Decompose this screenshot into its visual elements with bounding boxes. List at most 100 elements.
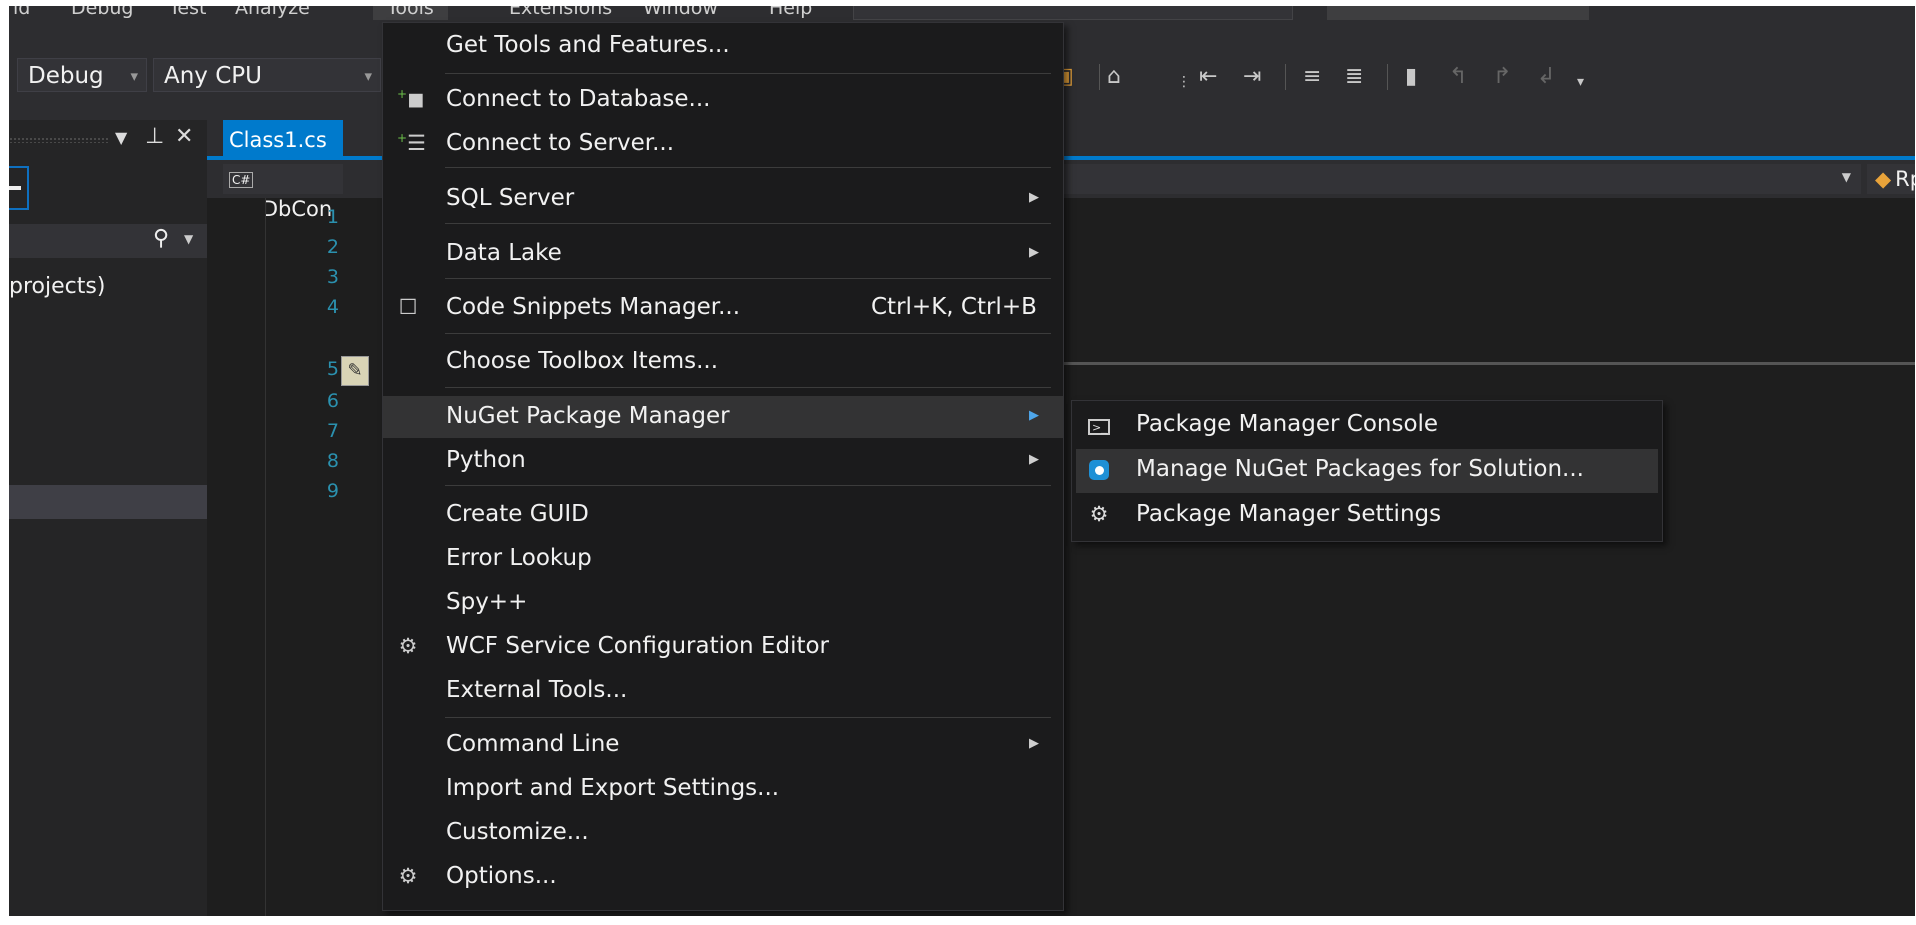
close-icon[interactable]: ✕: [175, 124, 193, 149]
menu-item-label: Spy++: [446, 589, 528, 615]
toolbar-separator: [1285, 64, 1286, 90]
menu-analyze[interactable]: Analyze: [235, 6, 310, 19]
menu-item-choose-toolbox[interactable]: Choose Toolbox Items...: [383, 341, 1063, 383]
panel-header: ▼ ⊥ ✕: [9, 120, 207, 156]
clear-bookmarks-icon[interactable]: ↲: [1537, 64, 1555, 89]
menu-item-create-guid[interactable]: Create GUID: [383, 494, 1063, 536]
toolbar-overflow-icon[interactable]: ▾: [1577, 74, 1584, 90]
menu-item-customize[interactable]: Customize...: [383, 812, 1063, 854]
collapse-all-button[interactable]: [9, 166, 29, 210]
menu-test[interactable]: Test: [169, 6, 206, 19]
configuration-combo[interactable]: Debug ▾: [17, 58, 147, 92]
menu-item-label: SQL Server: [446, 185, 575, 211]
menu-item-label: Data Lake: [446, 240, 562, 266]
next-bookmark-icon[interactable]: ↱: [1493, 64, 1511, 89]
line-number: 2: [326, 236, 339, 258]
line-number: 9: [326, 480, 339, 502]
menu-item-label: Error Lookup: [446, 545, 592, 571]
member-dropdown[interactable]: ▼: [1055, 164, 1861, 194]
pin-icon[interactable]: ⊥: [145, 124, 164, 149]
line-number: 7: [326, 420, 339, 442]
menu-extensions[interactable]: Extensions: [509, 6, 612, 19]
menu-help[interactable]: Help: [769, 6, 812, 19]
menu-item-nuget-package-manager[interactable]: NuGet Package Manager ▶: [383, 396, 1063, 438]
menu-item-wcf-editor[interactable]: ⚙ WCF Service Configuration Editor: [383, 626, 1063, 668]
menu-item-command-line[interactable]: Command Line ▶: [383, 724, 1063, 766]
panel-grip[interactable]: [9, 137, 109, 143]
bookmark-icon[interactable]: ▮: [1405, 64, 1417, 89]
solution-tree-item[interactable]: projects): [9, 274, 105, 299]
home-icon[interactable]: ⌂: [1107, 64, 1121, 89]
solution-explorer-panel: ▼ ⊥ ✕ ⚲ ▼ projects): [9, 120, 207, 916]
menu-item-external-tools[interactable]: External Tools...: [383, 670, 1063, 712]
menu-item-spy[interactable]: Spy++: [383, 582, 1063, 624]
outdent-icon[interactable]: ⇤: [1199, 64, 1217, 89]
console-icon: >_: [1086, 412, 1112, 438]
uncomment-icon[interactable]: ≣: [1345, 64, 1363, 89]
panel-menu-icon[interactable]: ▼: [115, 128, 127, 147]
selected-tree-item[interactable]: [9, 485, 207, 519]
menu-separator: [445, 333, 1051, 334]
submenu-item-manage-nuget-packages[interactable]: Manage NuGet Packages for Solution...: [1076, 449, 1658, 493]
solution-search-input[interactable]: ⚲ ▼: [9, 224, 207, 258]
chevron-right-icon: ▶: [1029, 452, 1039, 467]
search-box[interactable]: [853, 6, 1293, 20]
menu-item-label: WCF Service Configuration Editor: [446, 633, 830, 659]
menu-item-code-snippets[interactable]: ☐ Code Snippets Manager... Ctrl+K, Ctrl+…: [383, 287, 1063, 329]
configuration-value: Debug: [28, 63, 104, 89]
menu-item-connect-server[interactable]: +☰ Connect to Server...: [383, 123, 1063, 165]
overflow-icon[interactable]: ⋮: [1177, 74, 1191, 90]
database-plus-icon: +◼: [397, 87, 425, 111]
menu-build[interactable]: ld: [13, 6, 30, 19]
gear-icon: ⚙: [1089, 502, 1109, 526]
type-name: RpsDbContext.Clas: [1895, 167, 1915, 191]
menu-item-label: NuGet Package Manager: [446, 403, 730, 429]
menu-item-data-lake[interactable]: Data Lake ▶: [383, 233, 1063, 275]
snippet-icon: ☐: [398, 295, 418, 319]
menu-bar: ld Debug Test Analyze Tools Extensions W…: [9, 6, 1915, 20]
ide-window: ld Debug Test Analyze Tools Extensions W…: [9, 6, 1915, 916]
platform-combo[interactable]: Any CPU ▾: [153, 58, 381, 92]
line-number: 6: [326, 390, 339, 412]
menu-item-import-export[interactable]: Import and Export Settings...: [383, 768, 1063, 810]
comment-icon[interactable]: ≡: [1303, 64, 1321, 89]
server-plus-icon: +☰: [397, 131, 426, 155]
csharp-file-icon: C#: [229, 172, 254, 188]
menu-item-shortcut: Ctrl+K, Ctrl+B: [871, 294, 1037, 320]
menu-tools[interactable]: Tools: [373, 6, 448, 20]
nuget-submenu: >_ Package Manager Console Manage NuGet …: [1071, 400, 1663, 542]
menu-item-label: Connect to Server...: [446, 130, 675, 156]
submenu-item-label: Manage NuGet Packages for Solution...: [1136, 456, 1584, 482]
menu-separator: [445, 167, 1051, 168]
tab-class1[interactable]: Class1.cs ⊕: [223, 120, 343, 191]
menu-item-sql-server[interactable]: SQL Server ▶: [383, 178, 1063, 220]
wcf-gears-icon: ⚙: [398, 634, 418, 658]
menu-item-label: Code Snippets Manager...: [446, 294, 741, 320]
menu-item-options[interactable]: ⚙ Options...: [383, 856, 1063, 898]
search-icon: ⚲: [153, 226, 170, 251]
chevron-right-icon: ▶: [1029, 245, 1039, 260]
chevron-right-icon: ▶: [1029, 190, 1039, 205]
platform-value: Any CPU: [164, 63, 262, 89]
menu-debug[interactable]: Debug: [71, 6, 133, 19]
menu-item-label: Choose Toolbox Items...: [446, 348, 719, 374]
submenu-item-package-manager-console[interactable]: >_ Package Manager Console: [1076, 404, 1658, 448]
menu-item-python[interactable]: Python ▶: [383, 440, 1063, 482]
menu-item-get-tools[interactable]: Get Tools and Features...: [383, 25, 1063, 67]
quick-action-icon[interactable]: ✎: [341, 356, 369, 386]
menu-separator: [445, 223, 1051, 224]
project-dropdown[interactable]: C#RpsDbCon: [223, 164, 343, 221]
menu-item-error-lookup[interactable]: Error Lookup: [383, 538, 1063, 580]
line-number: 1: [326, 206, 339, 228]
menu-item-connect-database[interactable]: +◼ Connect to Database...: [383, 79, 1063, 121]
type-dropdown[interactable]: ◆RpsDbContext.Clas: [1867, 164, 1915, 194]
nuget-icon: [1086, 457, 1112, 483]
menu-window[interactable]: Window: [643, 6, 718, 19]
menu-item-label: External Tools...: [446, 677, 628, 703]
prev-bookmark-icon[interactable]: ↰: [1449, 64, 1467, 89]
menu-item-label: Get Tools and Features...: [446, 32, 730, 58]
indent-icon[interactable]: ⇥: [1243, 64, 1261, 89]
line-number: 3: [326, 266, 339, 288]
submenu-item-package-manager-settings[interactable]: ⚙ Package Manager Settings: [1076, 494, 1658, 538]
line-number: 4: [326, 296, 339, 318]
